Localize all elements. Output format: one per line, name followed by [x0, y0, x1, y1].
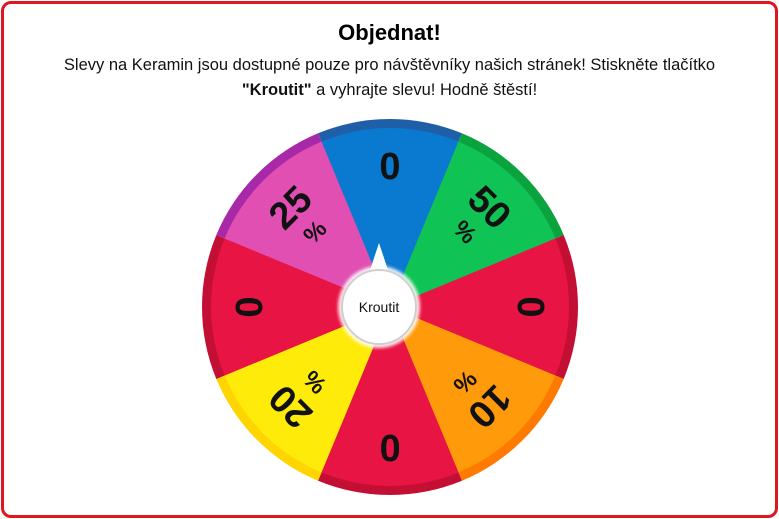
wheel-segment-label: 0 — [379, 146, 400, 188]
wheel-segment-label: 0 — [509, 296, 551, 317]
segment-value: 0 — [509, 296, 551, 317]
segment-value: 0 — [379, 146, 400, 188]
popup-title: Objednat! — [338, 20, 441, 45]
popup-description: Slevy na Keramin jsou dostupné pouze pro… — [20, 53, 759, 103]
description-text-end: a vyhrajte slevu! Hodně štěstí! — [316, 81, 538, 99]
wheel-segment-label: 0 — [379, 426, 400, 468]
spin-button[interactable]: Kroutit — [341, 269, 417, 345]
segment-value: 0 — [379, 426, 400, 468]
segment-value: 0 — [229, 296, 271, 317]
description-text: Slevy na Keramin jsou dostupné pouze pro… — [63, 56, 716, 74]
description-bold-text: "Kroutit" — [241, 81, 312, 99]
wheel-segment-label: 0 — [229, 296, 271, 317]
